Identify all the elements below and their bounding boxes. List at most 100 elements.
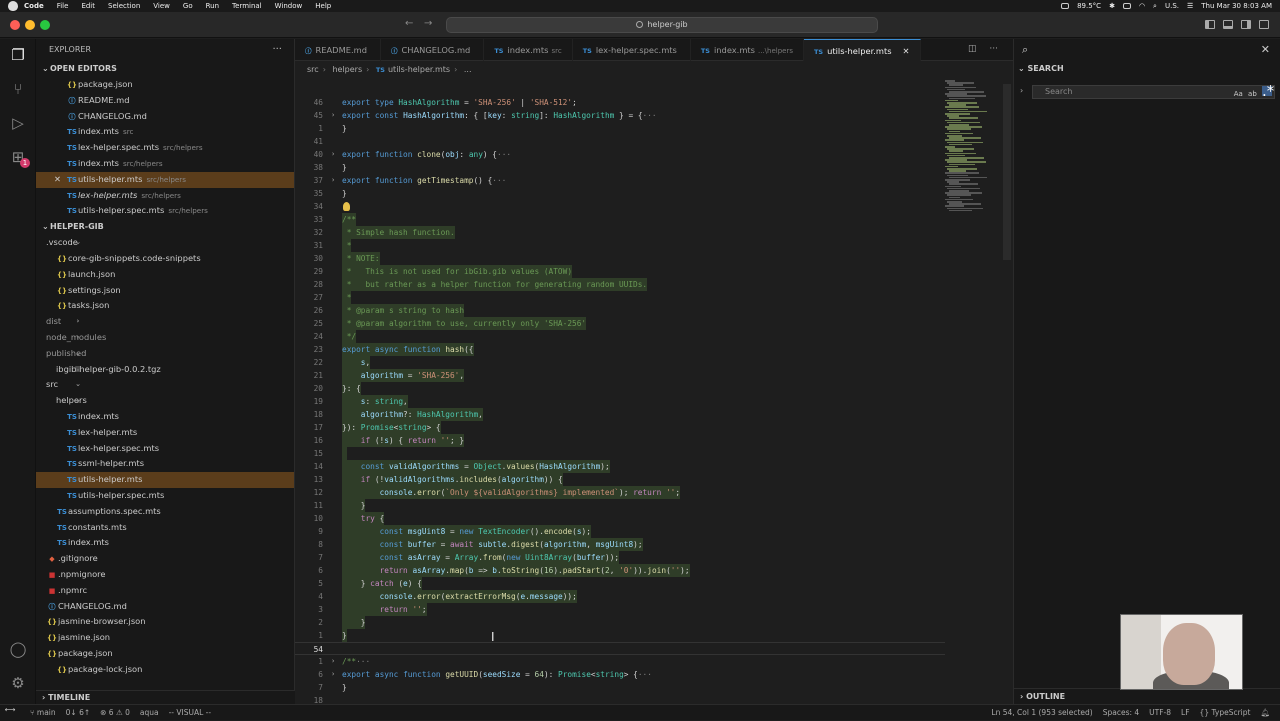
- branch-item[interactable]: ⑂ main: [30, 708, 56, 717]
- lightbulb-icon[interactable]: [343, 202, 350, 211]
- menu-go[interactable]: Go: [183, 2, 193, 10]
- encoding-status[interactable]: UTF-8: [1149, 708, 1171, 717]
- menu-help[interactable]: Help: [315, 2, 331, 10]
- sync-status[interactable]: 0↓ 6↑: [66, 708, 91, 717]
- fold-chevron-icon[interactable]: ›: [331, 668, 335, 681]
- open-editor-item[interactable]: {}package.json: [36, 77, 294, 93]
- tree-item[interactable]: ■ .npmignore: [36, 567, 294, 583]
- open-editor-item[interactable]: TSlex-helper.mts src/helpers: [36, 188, 294, 204]
- close-icon[interactable]: ✕: [903, 46, 910, 56]
- open-editor-item[interactable]: TSutils-helper.spec.mts src/helpers: [36, 203, 294, 219]
- search-icon[interactable]: ⌕: [1022, 43, 1028, 57]
- outline-header[interactable]: › OUTLINE: [1014, 688, 1280, 704]
- tree-item[interactable]: ⌄ helpers: [36, 393, 294, 409]
- regex-toggle[interactable]: .*: [1262, 84, 1274, 99]
- breadcrumb-symbol[interactable]: ...: [464, 65, 472, 74]
- menu-terminal[interactable]: Terminal: [232, 2, 262, 10]
- menu-view[interactable]: View: [153, 2, 170, 10]
- tree-item[interactable]: {}launch.json: [36, 267, 294, 283]
- open-editor-item[interactable]: ✕ TSutils-helper.mts src/helpers: [36, 171, 294, 188]
- tree-item[interactable]: ◆ .gitignore: [36, 551, 294, 567]
- search-input[interactable]: Search Aa ab .*: [1032, 84, 1275, 99]
- tab-index-mts[interactable]: TS index.mts ...\helpers: [691, 39, 804, 61]
- tree-item[interactable]: ⌄ published: [36, 346, 294, 362]
- menu-code[interactable]: Code: [24, 2, 44, 10]
- notifications-icon[interactable]: 🔔︎: [1260, 708, 1270, 717]
- open-editor-item[interactable]: ⓘ CHANGELOG.md: [36, 109, 294, 125]
- tree-item[interactable]: TSassumptions.spec.mts: [36, 504, 294, 520]
- indentation-status[interactable]: Spaces: 4: [1103, 708, 1139, 717]
- tree-item[interactable]: ■ .npmrc: [36, 583, 294, 599]
- account-icon[interactable]: ◯: [8, 639, 28, 659]
- tab-index-mts[interactable]: TS index.mts src: [484, 39, 573, 61]
- match-case-toggle[interactable]: Aa: [1234, 90, 1243, 98]
- fold-chevron-icon[interactable]: ›: [331, 655, 335, 668]
- problems-status[interactable]: ⊗ 6 ⚠ 0: [100, 708, 130, 717]
- tree-item[interactable]: TSindex.mts: [36, 409, 294, 425]
- explorer-icon[interactable]: ❐: [8, 45, 28, 65]
- toggle-replace-icon[interactable]: ›: [1020, 86, 1023, 95]
- split-editor-icon[interactable]: ◫: [968, 44, 977, 54]
- tree-item[interactable]: {}core-gib-snippets.code-snippets: [36, 251, 294, 267]
- extensions-icon[interactable]: ⊞ 1: [8, 147, 30, 168]
- tree-item[interactable]: TSlex-helper.spec.mts: [36, 441, 294, 457]
- tree-item[interactable]: ⌄ {}package.json: [36, 646, 294, 662]
- forward-arrow-icon[interactable]: →: [424, 18, 432, 29]
- toggle-sidebar-icon[interactable]: [1205, 20, 1215, 29]
- cursor-position[interactable]: Ln 54, Col 1 (953 selected): [991, 708, 1092, 717]
- minimap[interactable]: [943, 78, 1001, 278]
- wifi-icon[interactable]: ◠: [1139, 2, 1145, 10]
- input-locale[interactable]: U.S.: [1165, 2, 1179, 10]
- tree-item[interactable]: TSindex.mts: [36, 535, 294, 551]
- theme-status[interactable]: aqua: [140, 708, 159, 717]
- tree-item[interactable]: › node_modules: [36, 330, 294, 346]
- back-arrow-icon[interactable]: ←: [405, 18, 413, 29]
- tree-item[interactable]: {}jasmine.json: [36, 630, 294, 646]
- tree-item[interactable]: TSutils-helper.mts: [36, 472, 294, 488]
- tab-lex-helper-spec-mts[interactable]: TS lex-helper.spec.mts: [573, 39, 691, 61]
- open-editor-item[interactable]: TSindex.mts src/helpers: [36, 156, 294, 172]
- fold-chevron-icon[interactable]: ›: [331, 109, 335, 122]
- source-control-icon[interactable]: ⑂: [8, 79, 28, 99]
- breadcrumb-helpers[interactable]: helpers: [332, 65, 362, 74]
- tree-item[interactable]: › dist: [36, 314, 294, 330]
- close-icon[interactable]: ✕: [54, 172, 61, 188]
- tree-item[interactable]: {}jasmine-browser.json: [36, 614, 294, 630]
- tree-item[interactable]: {}settings.json: [36, 283, 294, 299]
- vertical-scrollbar[interactable]: [1003, 84, 1011, 260]
- tree-item[interactable]: TSconstants.mts: [36, 520, 294, 536]
- tree-item[interactable]: {}tasks.json: [36, 298, 294, 314]
- tree-item[interactable]: TSlex-helper.mts: [36, 425, 294, 441]
- control-center-icon[interactable]: ☰: [1187, 2, 1193, 10]
- open-editor-item[interactable]: ⓘ README.md: [36, 93, 294, 109]
- workspace-header[interactable]: ⌄HELPER-GIB: [36, 219, 294, 235]
- run-debug-icon[interactable]: ▷: [8, 113, 28, 133]
- toggle-secondary-sidebar-icon[interactable]: [1241, 20, 1251, 29]
- menu-run[interactable]: Run: [206, 2, 219, 10]
- tree-item[interactable]: ⌄ src: [36, 377, 294, 393]
- menu-window[interactable]: Window: [275, 2, 303, 10]
- tree-item[interactable]: ⓘ CHANGELOG.md: [36, 599, 294, 615]
- tree-item[interactable]: TSssml-helper.mts: [36, 456, 294, 472]
- more-actions-icon[interactable]: ···: [989, 44, 998, 54]
- tab-README-md[interactable]: ⓘ README.md: [295, 39, 381, 61]
- open-editors-header[interactable]: ⌄OPEN EDITORS: [36, 61, 294, 77]
- bluetooth-icon[interactable]: ✱: [1109, 2, 1115, 10]
- close-icon[interactable]: ✕: [1261, 43, 1270, 56]
- tab-CHANGELOG-md[interactable]: ⓘ CHANGELOG.md: [381, 39, 485, 61]
- customize-layout-icon[interactable]: [1259, 20, 1269, 29]
- fold-chevron-icon[interactable]: ›: [331, 174, 335, 187]
- tab-utils-helper-mts[interactable]: TS utils-helper.mts ✕: [803, 39, 921, 61]
- command-center[interactable]: helper-gib: [446, 17, 878, 33]
- zoom-window-button[interactable]: [40, 20, 50, 30]
- apple-icon[interactable]: [8, 1, 18, 11]
- battery-icon[interactable]: [1122, 3, 1131, 9]
- tree-item[interactable]: ▤ ibgib-helper-gib-0.0.2.tgz: [36, 362, 294, 378]
- breadcrumb-src[interactable]: src: [307, 65, 319, 74]
- whole-word-toggle[interactable]: ab: [1248, 90, 1257, 98]
- open-editor-item[interactable]: TSindex.mts src: [36, 124, 294, 140]
- timeline-header[interactable]: › TIMELINE: [36, 690, 295, 704]
- code-editor[interactable]: 46 export type HashAlgorithm = 'SHA-256' …: [295, 78, 1013, 704]
- spotlight-icon[interactable]: ⌕: [1153, 2, 1157, 11]
- eol-status[interactable]: LF: [1181, 708, 1190, 717]
